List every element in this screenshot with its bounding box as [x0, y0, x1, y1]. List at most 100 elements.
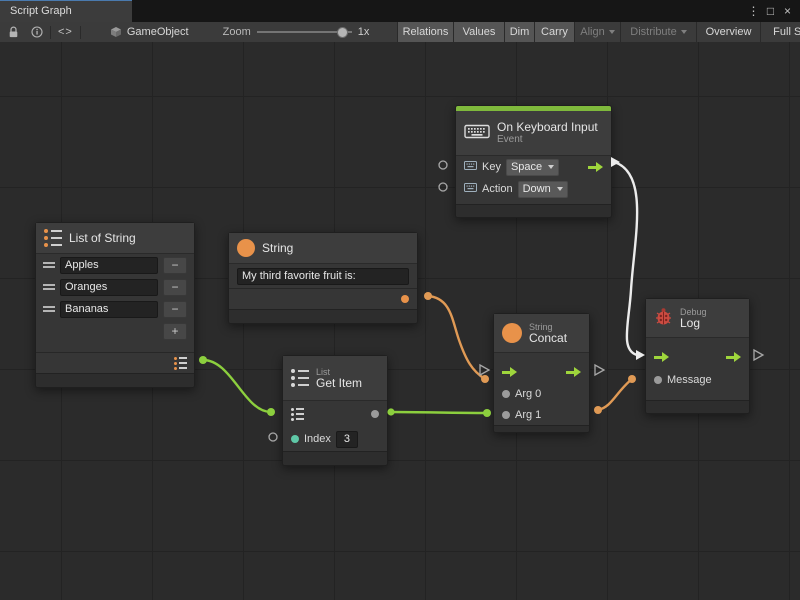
wire-keyboard-to-log[interactable] — [614, 162, 637, 355]
node-get-item[interactable]: List Get Item Index 3 — [282, 355, 388, 466]
tab-bar: Script Graph ⋮ □ × — [0, 0, 800, 22]
node-debug-log[interactable]: Debug Log Message — [645, 298, 750, 414]
align-dropdown[interactable]: Align — [574, 22, 620, 42]
unconnected-port-triangle[interactable] — [480, 365, 489, 375]
node-title: Concat — [529, 332, 567, 345]
node-title: Get Item — [316, 377, 362, 390]
wire-endpoint — [387, 408, 394, 415]
drag-handle-icon[interactable] — [43, 262, 55, 268]
dropdown-arrow-icon — [681, 30, 687, 34]
node-list-of-string[interactable]: List of String Apples − Oranges − Banana… — [35, 222, 195, 388]
node-footer — [36, 373, 194, 387]
list-output-row — [36, 352, 194, 373]
key-value: Space — [511, 160, 542, 175]
remove-item-button[interactable]: − — [163, 257, 187, 274]
wire-endpoint — [267, 408, 275, 416]
node-body-spacer — [646, 338, 749, 346]
dim-toggle[interactable]: Dim — [504, 22, 534, 42]
window-menu-icon[interactable]: ⋮ — [745, 0, 762, 22]
key-value-dropdown[interactable]: Space — [506, 159, 559, 176]
window-close-icon[interactable]: × — [779, 0, 796, 22]
wire-endpoint — [424, 292, 432, 300]
string-value-input[interactable]: My third favorite fruit is: — [237, 268, 409, 285]
unconnected-port-circle[interactable] — [439, 161, 447, 169]
control-output-port[interactable] — [588, 162, 603, 172]
arg0-input-port[interactable] — [502, 390, 510, 398]
window-maximize-icon[interactable]: □ — [762, 0, 779, 22]
node-footer — [229, 309, 417, 323]
node-title: On Keyboard Input — [497, 121, 598, 134]
gameobject-cube-icon[interactable] — [110, 26, 122, 38]
bug-icon — [654, 307, 673, 329]
arg1-input-port[interactable] — [502, 411, 510, 419]
node-footer — [494, 425, 589, 432]
wire-concat-to-log[interactable] — [598, 379, 632, 410]
control-input-port[interactable] — [654, 352, 669, 362]
keyboard-icon — [464, 123, 490, 143]
zoom-slider[interactable] — [257, 22, 352, 42]
node-title: Log — [680, 317, 707, 330]
list-item-input[interactable]: Oranges — [60, 279, 158, 296]
zoom-slider-thumb[interactable] — [337, 27, 348, 38]
dropdown-arrow-icon — [557, 187, 563, 191]
button-label: Dim — [510, 26, 530, 38]
message-label: Message — [667, 374, 712, 386]
drag-handle-icon[interactable] — [43, 306, 55, 312]
graph-canvas[interactable]: On Keyboard Input Event Key Space Action — [0, 42, 800, 600]
dropdown-arrow-icon — [548, 165, 554, 169]
node-concat[interactable]: String Concat Arg 0 Arg 1 — [493, 313, 590, 433]
node-header: List Get Item — [283, 356, 387, 401]
drag-handle-icon[interactable] — [43, 284, 55, 290]
string-type-icon — [502, 323, 522, 343]
code-view-icon[interactable]: <> — [58, 26, 73, 38]
wire-endpoint — [594, 406, 602, 414]
gameobject-label[interactable]: GameObject — [127, 26, 189, 38]
control-output-port[interactable] — [726, 352, 741, 362]
info-icon[interactable] — [31, 26, 43, 38]
wire-list-to-getitem[interactable] — [203, 360, 271, 412]
remove-item-button[interactable]: − — [163, 301, 187, 318]
remove-item-button[interactable]: − — [163, 279, 187, 296]
arg0-label: Arg 0 — [515, 388, 541, 400]
wire-endpoint — [628, 375, 636, 383]
button-label: Distribute — [630, 26, 676, 38]
list-output-port[interactable] — [174, 356, 187, 371]
add-item-button[interactable]: + — [163, 323, 187, 340]
action-value: Down — [523, 182, 551, 197]
list-item-row: Bananas − — [36, 298, 194, 320]
node-string-literal[interactable]: String My third favorite fruit is: — [228, 232, 418, 324]
carry-toggle[interactable]: Carry — [534, 22, 574, 42]
index-input[interactable]: 3 — [336, 431, 358, 448]
node-footer — [456, 204, 611, 217]
message-input-port[interactable] — [654, 376, 662, 384]
node-category: List — [316, 367, 362, 377]
item-output-port[interactable] — [371, 410, 379, 418]
action-value-dropdown[interactable]: Down — [518, 181, 568, 198]
values-toggle[interactable]: Values — [453, 22, 504, 42]
list-item-input[interactable]: Apples — [60, 257, 158, 274]
control-input-port[interactable] — [502, 367, 517, 377]
unconnected-port-circle[interactable] — [269, 433, 277, 441]
fullscreen-button[interactable]: Full Screen — [760, 22, 800, 42]
tab-script-graph[interactable]: Script Graph — [0, 0, 132, 22]
control-output-port[interactable] — [566, 367, 581, 377]
node-footer — [646, 400, 749, 413]
list-icon — [44, 228, 62, 249]
wire-string-to-concat[interactable] — [428, 296, 485, 379]
list-item-input[interactable]: Bananas — [60, 301, 158, 318]
node-header: String Concat — [494, 314, 589, 353]
window-controls: ⋮ □ × — [745, 0, 796, 22]
wire-getitem-to-concat[interactable] — [390, 412, 487, 413]
node-on-keyboard-input[interactable]: On Keyboard Input Event Key Space Action — [455, 105, 612, 218]
lock-icon[interactable] — [8, 26, 19, 39]
relations-toggle[interactable]: Relations — [397, 22, 453, 42]
distribute-dropdown[interactable]: Distribute — [620, 22, 696, 42]
overview-button[interactable]: Overview — [696, 22, 760, 42]
list-input-port[interactable] — [291, 407, 304, 422]
index-input-port[interactable] — [291, 435, 299, 443]
unconnected-port-circle[interactable] — [439, 183, 447, 191]
string-output-port[interactable] — [401, 295, 409, 303]
unconnected-port-triangle[interactable] — [754, 350, 763, 360]
unconnected-port-triangle[interactable] — [595, 365, 604, 375]
button-label: Values — [463, 26, 496, 38]
